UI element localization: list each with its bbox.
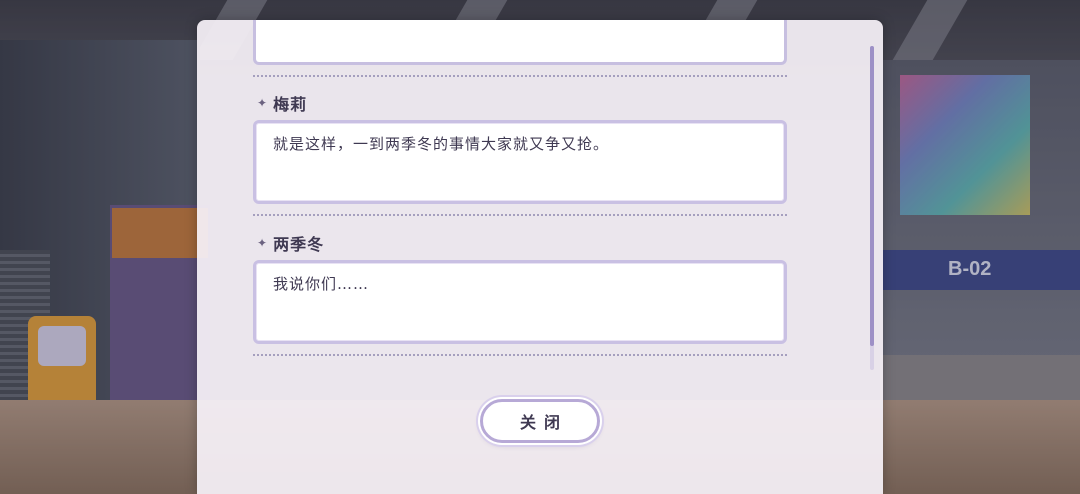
close-button[interactable]: 关闭 xyxy=(480,399,600,443)
speaker-row: ✦ 两季冬 xyxy=(257,231,324,255)
dialogue-log-scroll-area[interactable]: ✦ 梅莉 就是这样，一到两季冬的事情大家就又争又抢。 ✦ 两季冬 我说你们…… xyxy=(197,20,883,370)
dialogue-log-panel: ✦ 梅莉 就是这样，一到两季冬的事情大家就又争又抢。 ✦ 两季冬 我说你们…… … xyxy=(197,20,883,494)
dialogue-text: 就是这样，一到两季冬的事情大家就又争又抢。 xyxy=(273,135,610,153)
dialogue-text: 我说你们…… xyxy=(273,275,370,293)
dialogue-bubble: 就是这样，一到两季冬的事情大家就又争又抢。 xyxy=(253,120,787,204)
speaker-row: ✦ 梅莉 xyxy=(257,91,307,115)
scrollbar-thumb[interactable] xyxy=(870,46,874,346)
speaker-name: 梅莉 xyxy=(273,95,308,114)
previous-dialogue-bubble xyxy=(253,20,787,65)
speaker-name: 两季冬 xyxy=(273,235,325,254)
sparkle-star-icon: ✦ xyxy=(257,96,268,110)
entry-separator xyxy=(253,354,787,356)
sparkle-star-icon: ✦ xyxy=(257,236,268,250)
close-button-label: 关闭 xyxy=(519,413,568,432)
entry-separator xyxy=(253,214,787,216)
dialogue-bubble: 我说你们…… xyxy=(253,260,787,344)
entry-separator xyxy=(253,75,787,77)
